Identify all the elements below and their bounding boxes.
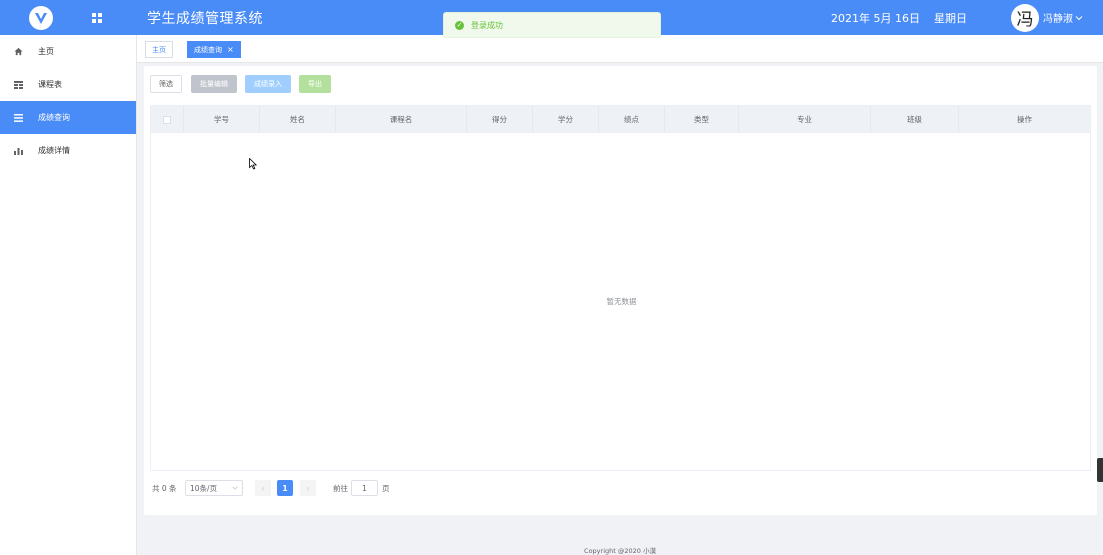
page-number-current[interactable]: 1 [277, 480, 293, 496]
sidebar-item-schedule[interactable]: 课程表 [0, 68, 136, 101]
sidebar-item-label: 成绩详情 [38, 146, 70, 155]
select-all-checkbox[interactable] [163, 115, 171, 124]
batch-edit-button[interactable]: 批量编辑 [191, 75, 237, 93]
sidebar-item-label: 成绩查询 [38, 113, 70, 122]
page-unit-label: 页 [382, 483, 390, 493]
page-size-value: 10条/页 [190, 483, 218, 493]
weekday-text: 星期日 [934, 11, 967, 25]
tab-grade-query[interactable]: 成绩查询 × [187, 41, 241, 58]
user-menu[interactable]: 冯静淑 [1043, 10, 1083, 25]
chevron-down-icon [232, 486, 238, 490]
chevron-right-icon: › [306, 483, 310, 493]
footer-copyright: Copyright @2020 小漠 [584, 547, 656, 555]
tab-label: 成绩查询 [194, 45, 222, 54]
content-card: 筛选 批量编辑 成绩录入 导出 学号 姓名 课程名 得分 学分 绩点 类型 专业… [144, 66, 1097, 515]
total-count: 共 0 条 [152, 483, 177, 493]
export-button[interactable]: 导出 [299, 75, 331, 93]
column-header[interactable]: 绩点 [599, 106, 665, 133]
sidebar-item-grade-detail[interactable]: 成绩详情 [0, 134, 136, 167]
v-logo-icon [29, 5, 53, 30]
column-header[interactable]: 班级 [871, 106, 959, 133]
logo [0, 0, 82, 35]
date-text: 2021年 5月 16日 [831, 11, 920, 25]
select-all-cell [151, 106, 184, 133]
mouse-cursor-icon [249, 158, 257, 170]
close-icon[interactable]: × [227, 45, 234, 54]
sidebar-item-grade-query[interactable]: 成绩查询 [0, 101, 136, 134]
scrollbar-handle[interactable] [1097, 458, 1103, 482]
check-circle-icon: ✓ [455, 20, 464, 30]
tab-label: 主页 [152, 45, 166, 54]
grades-table: 学号 姓名 课程名 得分 学分 绩点 类型 专业 班级 操作 暂无数据 [150, 105, 1091, 471]
goto-page-input[interactable]: 1 [351, 480, 378, 496]
chevron-left-icon: ‹ [261, 483, 265, 493]
sidebar: 主页 课程表 成绩查询 成绩详情 [0, 35, 137, 555]
chevron-down-icon [1075, 15, 1083, 20]
sidebar-item-label: 课程表 [38, 80, 62, 89]
column-header[interactable]: 学号 [184, 106, 260, 133]
prev-page-button[interactable]: ‹ [255, 480, 271, 496]
column-header[interactable]: 课程名 [336, 106, 467, 133]
column-header[interactable]: 学分 [533, 106, 599, 133]
pagination: 共 0 条 10条/页 ‹ 1 › 前往 1 页 [152, 480, 752, 496]
column-header: 操作 [1017, 115, 1032, 124]
sidebar-item-label: 主页 [38, 47, 54, 56]
column-header[interactable]: 专业 [739, 106, 871, 133]
table-header: 学号 姓名 课程名 得分 学分 绩点 类型 专业 班级 操作 [151, 106, 1090, 133]
grade-entry-button[interactable]: 成绩录入 [245, 75, 291, 93]
tab-home[interactable]: 主页 [145, 41, 173, 58]
grid-icon[interactable] [82, 0, 112, 35]
goto-label: 前往 [333, 483, 348, 493]
toast-message: 登录成功 [471, 20, 503, 30]
column-header[interactable]: 类型 [665, 106, 739, 133]
home-icon [13, 47, 23, 57]
username-label: 冯静淑 [1043, 14, 1073, 25]
bar-chart-icon [13, 146, 23, 156]
avatar[interactable]: 冯 [1011, 3, 1039, 32]
sidebar-item-home[interactable]: 主页 [0, 35, 136, 68]
page-size-select[interactable]: 10条/页 [185, 480, 243, 496]
list-icon [13, 113, 23, 123]
empty-placeholder: 暂无数据 [606, 297, 637, 306]
filter-button[interactable]: 筛选 [150, 75, 182, 93]
tabs-bar: 主页 成绩查询 × [137, 35, 1103, 63]
column-header[interactable]: 得分 [467, 106, 533, 133]
column-header[interactable]: 姓名 [260, 106, 336, 133]
table-icon [13, 80, 23, 90]
success-toast: ✓ 登录成功 [443, 12, 661, 38]
next-page-button[interactable]: › [300, 480, 316, 496]
app-title: 学生成绩管理系统 [147, 10, 263, 27]
